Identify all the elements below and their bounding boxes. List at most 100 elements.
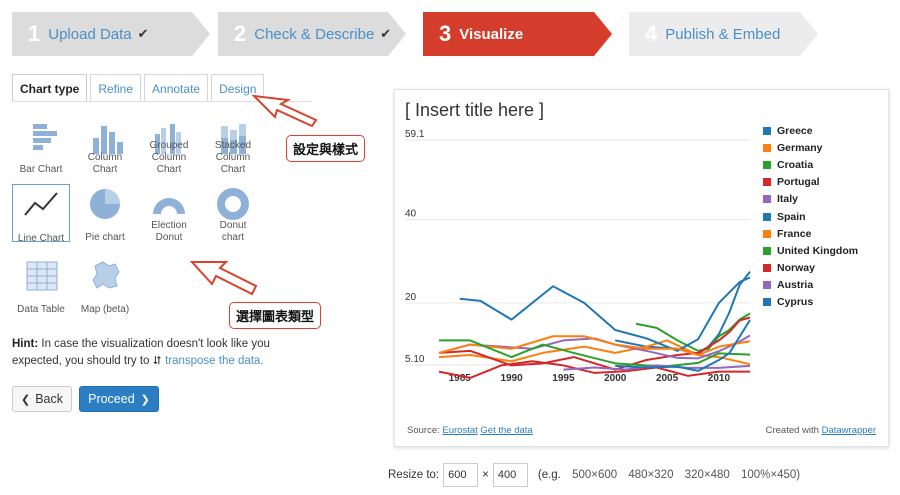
chart-type-label: Election: [151, 220, 187, 231]
y-tick-label: 5.10: [405, 354, 425, 365]
tab-annotate[interactable]: Annotate: [144, 74, 209, 102]
check-icon: ✔: [137, 26, 149, 41]
annotation-arrow: [189, 261, 258, 296]
legend-swatch: [763, 160, 771, 169]
x-tick-label: 1990: [500, 373, 523, 384]
chart-type-label: Map (beta): [80, 304, 130, 315]
legend-swatch: [763, 212, 771, 221]
legend-item: Italy: [763, 191, 858, 208]
series-line-greece: [615, 271, 751, 355]
proceed-button[interactable]: Proceed ❯: [79, 386, 159, 412]
chart-type-label: Donut: [219, 220, 247, 231]
chart-type-label: Chart: [92, 164, 118, 175]
legend-label: Germany: [777, 141, 823, 154]
back-button[interactable]: ❮ Back: [12, 386, 72, 412]
chart-type-label: Grouped: [149, 140, 189, 151]
source-link[interactable]: Eurostat: [442, 425, 477, 436]
chart-type-label: Pie chart: [85, 232, 125, 243]
chart-type-bar[interactable]: Bar Chart: [12, 120, 70, 178]
line-chart-icon: [24, 192, 58, 216]
chart-type-data-table[interactable]: Data Table: [12, 258, 70, 316]
legend-label: Cyprus: [777, 296, 814, 309]
step-upload-data[interactable]: 1 Upload Data ✔: [12, 12, 192, 56]
legend-swatch: [763, 264, 771, 273]
step-visualize[interactable]: 3 Visualize: [423, 12, 598, 56]
y-tick-label: 40: [405, 209, 417, 220]
chart-legend: Greece Germany Croatia Portugal Italy Spain Fr…: [763, 122, 858, 311]
x-tick-label: 2005: [656, 373, 679, 384]
chart-type-label: Line Chart: [17, 233, 65, 244]
chart-credit: Created with Datawrapper: [766, 425, 876, 436]
y-tick-label: 20: [405, 292, 417, 303]
legend-item: Norway: [763, 260, 858, 277]
legend-item: Austria: [763, 277, 858, 294]
back-label: Back: [35, 392, 63, 406]
resize-label: Resize to:: [388, 469, 440, 481]
width-input[interactable]: 600: [443, 463, 479, 487]
step-check-describe[interactable]: 2 Check & Describe ✔: [218, 12, 393, 56]
chart-type-line[interactable]: Line Chart: [12, 184, 70, 244]
step-number: 4: [645, 21, 658, 46]
chart-type-map[interactable]: Map (beta): [76, 258, 134, 316]
step-label: Upload Data: [48, 25, 132, 43]
chart-type-label: Data Table: [17, 304, 65, 315]
tab-refine[interactable]: Refine: [90, 74, 142, 102]
size-presets: (e.g. 500×600 480×320 320×480 100%×450): [532, 469, 800, 481]
chart-type-grouped-column[interactable]: Grouped Column Chart: [140, 120, 198, 178]
legend-item: Portugal: [763, 174, 858, 191]
get-data-link[interactable]: Get the data: [480, 425, 532, 436]
transpose-link[interactable]: transpose the data.: [165, 355, 263, 367]
preset-size[interactable]: 320×480: [685, 469, 730, 481]
step-publish-embed[interactable]: 4 Publish & Embed: [629, 12, 804, 56]
step-number: 1: [28, 21, 41, 46]
created-with-label: Created with: [765, 425, 819, 436]
donut-chart-icon: [217, 188, 249, 220]
height-input[interactable]: 400: [492, 463, 528, 487]
resize-bar: Resize to: 600 × 400 (e.g. 500×600 480×3…: [388, 462, 800, 488]
legend-item: Spain: [763, 208, 858, 225]
chart-type-election-donut[interactable]: Election Donut: [140, 184, 198, 243]
chart-type-label: Stacked: [214, 140, 252, 151]
legend-swatch: [763, 178, 771, 187]
wizard-steps: 1 Upload Data ✔ 2 Check & Describe ✔ 3 V…: [12, 12, 832, 56]
legend-label: Spain: [777, 210, 806, 223]
hint-label: Hint:: [12, 338, 39, 350]
legend-item: Germany: [763, 139, 858, 156]
preset-size[interactable]: 100%×450): [741, 469, 800, 481]
y-tick-label: 59.1: [405, 129, 425, 140]
table-icon: [26, 261, 58, 291]
x-tick-label: 1995: [552, 373, 575, 384]
annotation-arrow: [251, 94, 318, 128]
tab-chart-type[interactable]: Chart type: [12, 74, 88, 102]
step-label: Visualize: [459, 25, 524, 43]
datawrapper-link[interactable]: Datawrapper: [822, 425, 876, 436]
chart-type-label: chart: [221, 232, 245, 243]
transpose-icon: ⮃: [152, 355, 162, 367]
step-number: 3: [439, 21, 452, 46]
chevron-right-icon: ❯: [140, 393, 150, 406]
legend-item: Greece: [763, 122, 858, 139]
preset-size[interactable]: 480×320: [628, 469, 673, 481]
legend-label: Italy: [777, 193, 799, 206]
legend-label: Austria: [777, 279, 814, 292]
legend-swatch: [763, 143, 771, 152]
legend-label: Norway: [777, 262, 815, 275]
x-tick-label: 2000: [604, 373, 627, 384]
proceed-label: Proceed: [88, 392, 135, 406]
map-icon: [92, 261, 120, 289]
preset-size[interactable]: 500×600: [572, 469, 617, 481]
series-line-portugal: [438, 316, 751, 371]
chart-type-label: Column Chart: [151, 152, 187, 175]
annotation-choose-chart-type: 選擇圖表類型: [229, 302, 322, 329]
chart-type-donut[interactable]: Donut chart: [204, 184, 262, 243]
column-chart-icon: [93, 126, 123, 154]
chart-source: Source: Eurostat Get the data: [407, 425, 533, 436]
annotation-settings-style: 設定與樣式: [286, 135, 366, 162]
chart-type-pie[interactable]: Pie chart: [76, 184, 134, 243]
chart-type-column[interactable]: Column Chart: [76, 120, 134, 178]
source-label: Source:: [407, 425, 440, 436]
chart-type-label: Bar Chart: [19, 164, 63, 175]
step-label: Publish & Embed: [665, 25, 781, 43]
legend-swatch: [763, 281, 771, 290]
legend-swatch: [763, 195, 771, 204]
